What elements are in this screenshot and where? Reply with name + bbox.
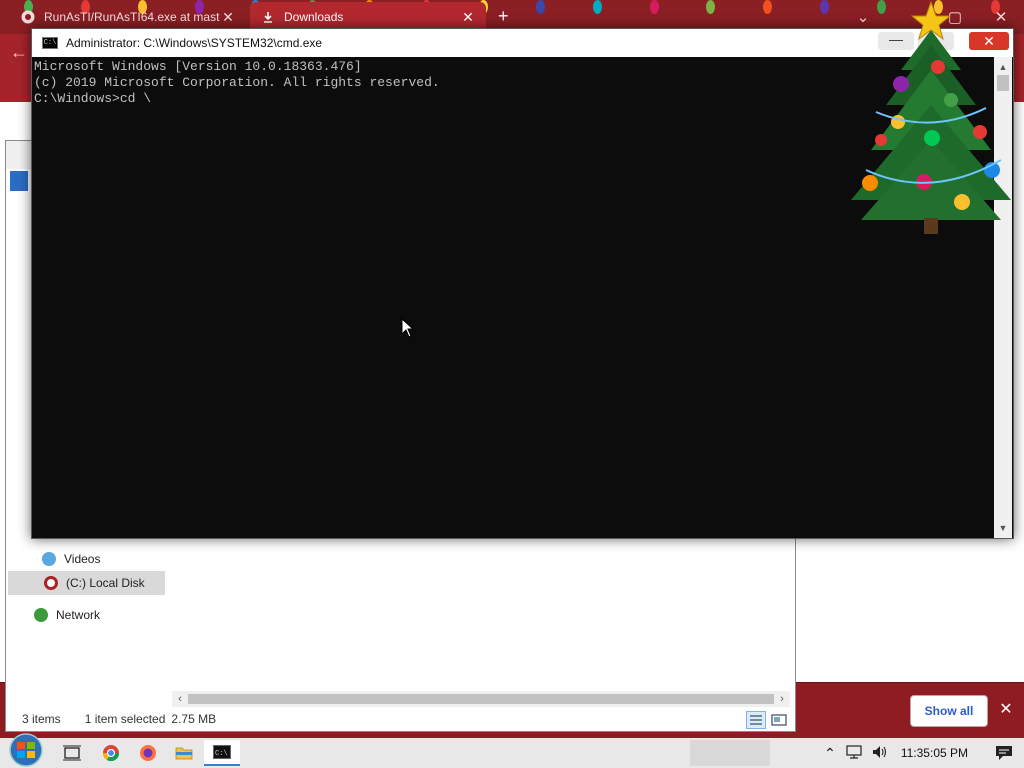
taskbar-background-app[interactable] — [690, 740, 770, 766]
back-arrow-icon[interactable]: ← — [10, 42, 28, 63]
tab-close-icon[interactable]: ✕ — [460, 9, 476, 26]
system-tray: ⌃ 11:35:05 PM — [819, 738, 1024, 768]
explorer-file-tab[interactable] — [10, 171, 28, 191]
show-all-button[interactable]: Show all — [910, 695, 988, 727]
task-view-button[interactable] — [54, 740, 90, 766]
christmas-tree-decoration — [851, 0, 1011, 234]
new-tab-button[interactable]: + — [498, 6, 509, 27]
download-bar-close-icon[interactable]: ✕ — [996, 699, 1016, 719]
nav-item-network[interactable]: Network — [6, 603, 164, 627]
nav-item-label: Videos — [64, 552, 101, 566]
details-view-button[interactable] — [746, 711, 766, 729]
tab-label: RunAsTI/RunAsTI64.exe at master — [44, 10, 220, 24]
download-icon — [260, 9, 276, 25]
volume-icon[interactable] — [872, 745, 888, 762]
local-disk-icon — [44, 576, 58, 590]
firefox-icon — [140, 745, 156, 761]
taskbar: C:\ ⌃ 11:35:05 PM — [0, 733, 1024, 768]
github-icon — [20, 9, 36, 25]
cmd-icon: C:\ — [213, 745, 231, 759]
task-view-icon — [63, 745, 81, 761]
window-title: Administrator: C:\Windows\SYSTEM32\cmd.e… — [66, 36, 323, 50]
nav-item-local-disk[interactable]: (C:) Local Disk — [8, 571, 165, 595]
tab-close-icon[interactable]: ✕ — [220, 9, 236, 26]
network-icon — [34, 608, 48, 622]
chrome-icon — [102, 745, 120, 762]
chevron-up-icon[interactable]: ⌃ — [824, 745, 836, 762]
scroll-down-icon[interactable]: ▼ — [994, 520, 1012, 536]
scroll-left-icon[interactable]: ‹ — [172, 691, 188, 707]
command-prompt-taskbar-button[interactable]: C:\ — [204, 740, 240, 766]
selection-size: 2.75 MB — [171, 712, 217, 726]
scrollbar-thumb[interactable] — [188, 694, 774, 704]
scroll-right-icon[interactable]: › — [774, 691, 790, 707]
tab-label: Downloads — [284, 10, 344, 24]
nav-item-label: Network — [56, 608, 101, 622]
nav-item-label: (C:) Local Disk — [66, 576, 145, 590]
selection-info: 1 item selected — [84, 712, 166, 726]
start-button[interactable] — [6, 732, 46, 768]
folder-icon — [175, 747, 193, 760]
svg-text:C:\: C:\ — [215, 750, 228, 758]
network-icon[interactable] — [846, 744, 862, 762]
chrome-taskbar-button[interactable] — [93, 740, 129, 766]
file-explorer-taskbar-button[interactable] — [166, 740, 202, 766]
explorer-status-bar: 3 items 1 item selected 2.75 MB — [6, 707, 795, 731]
horizontal-scrollbar[interactable]: ‹ › — [172, 691, 790, 707]
action-center-icon[interactable] — [984, 738, 1024, 768]
taskbar-clock[interactable]: 11:35:05 PM — [901, 746, 968, 760]
item-count: 3 items — [22, 712, 61, 726]
videos-icon — [42, 552, 56, 566]
nav-item-videos[interactable]: Videos — [6, 547, 164, 571]
cmd-icon: C:\ — [42, 37, 58, 49]
mouse-cursor-icon — [401, 318, 415, 338]
large-icons-view-button[interactable] — [770, 711, 788, 729]
firefox-taskbar-button[interactable] — [130, 740, 166, 766]
